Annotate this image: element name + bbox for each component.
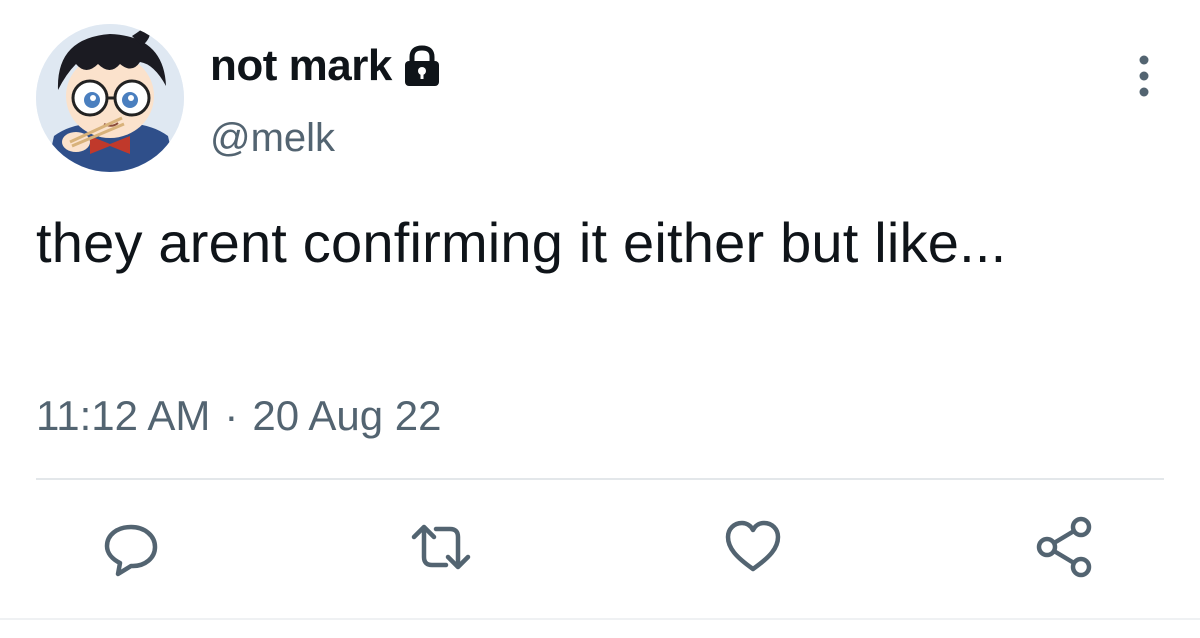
retweet-button[interactable] <box>406 512 476 582</box>
avatar-image <box>36 24 184 172</box>
tweet-card: not mark @melk they arent confirming it … <box>0 0 1200 638</box>
lock-icon <box>400 44 444 88</box>
share-button[interactable] <box>1030 512 1100 582</box>
tweet-time[interactable]: 11:12 AM <box>36 392 210 440</box>
like-button[interactable] <box>718 512 788 582</box>
tweet-metadata: 11:12 AM · 20 Aug 22 <box>36 392 442 440</box>
share-icon <box>1036 516 1092 578</box>
bottom-border <box>0 618 1200 620</box>
meta-separator: · <box>224 392 239 439</box>
divider <box>36 478 1164 480</box>
user-handle[interactable]: @melk <box>210 116 335 161</box>
more-options-icon[interactable] <box>1132 52 1156 100</box>
reply-icon <box>104 524 158 577</box>
display-name[interactable]: not mark <box>210 41 392 91</box>
tweet-date[interactable]: 20 Aug 22 <box>252 392 441 440</box>
retweet-icon <box>411 524 471 570</box>
tweet-text: they arent confirming it either but like… <box>36 211 1007 274</box>
like-icon <box>725 520 781 572</box>
avatar[interactable] <box>36 24 184 172</box>
name-row: not mark <box>210 38 444 94</box>
action-bar <box>0 512 1200 592</box>
reply-button[interactable] <box>96 512 166 582</box>
